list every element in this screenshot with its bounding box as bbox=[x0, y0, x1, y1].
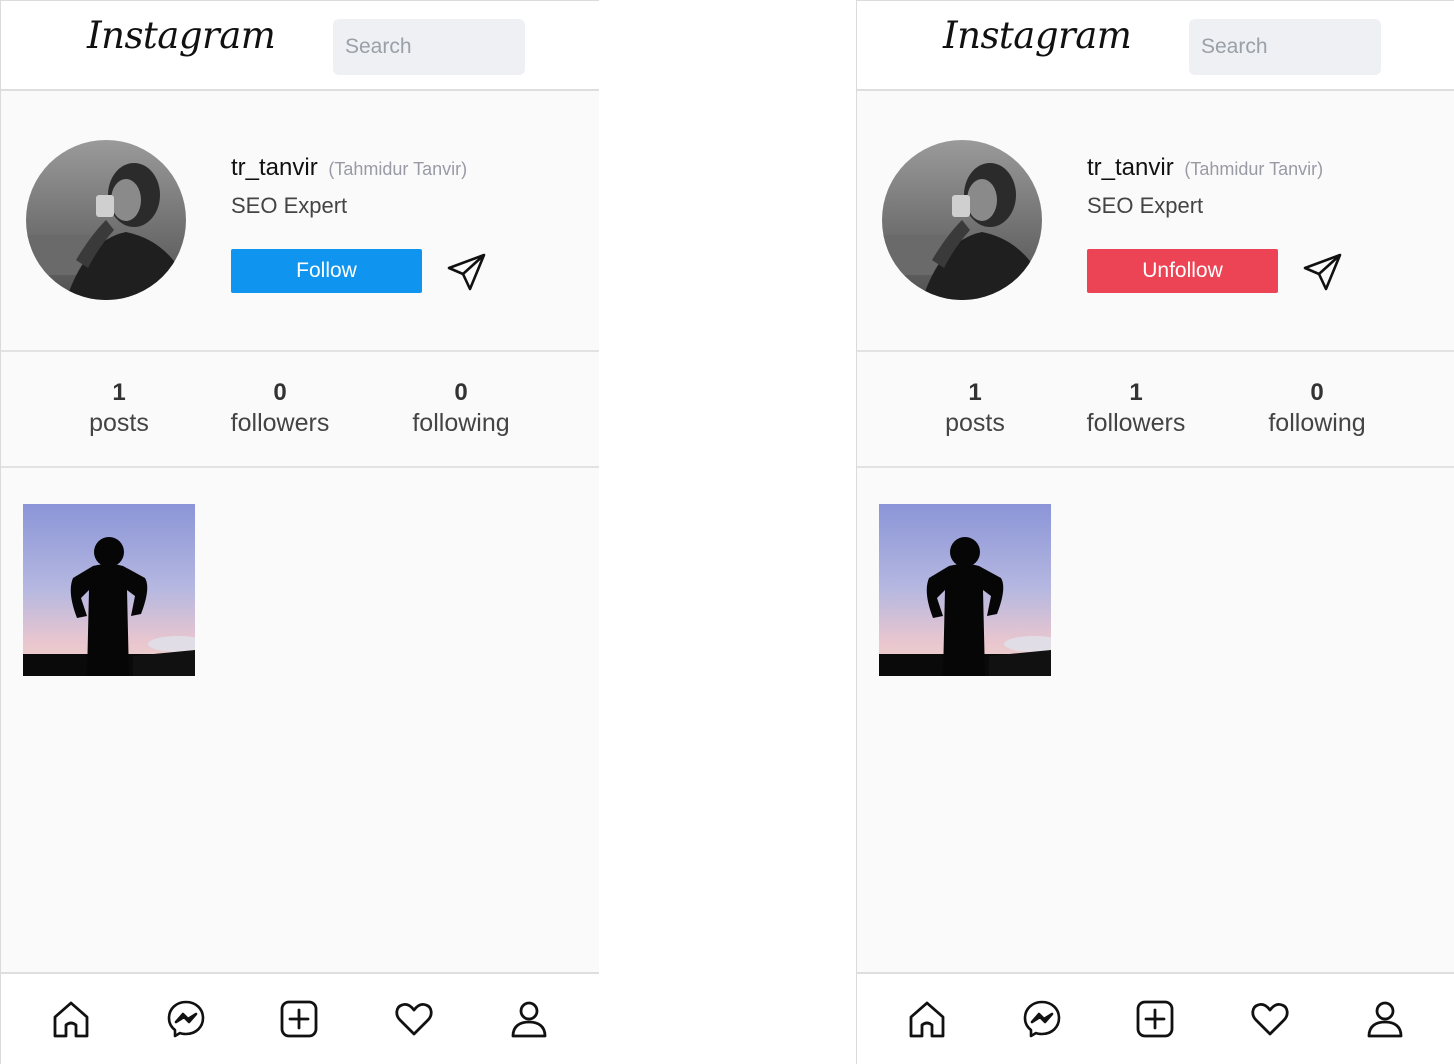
heart-icon[interactable] bbox=[394, 999, 434, 1039]
divider bbox=[857, 350, 1454, 352]
profile-avatar bbox=[882, 140, 1042, 300]
post-thumbnail[interactable] bbox=[23, 504, 195, 676]
bio: SEO Expert bbox=[1087, 193, 1204, 218]
add-post-icon[interactable] bbox=[1135, 999, 1175, 1039]
send-message-icon[interactable] bbox=[446, 251, 488, 293]
followers-count: 0 bbox=[273, 379, 287, 406]
following-label: following bbox=[412, 409, 510, 437]
stat-posts[interactable]: 1 posts bbox=[69, 380, 169, 440]
profile-icon[interactable] bbox=[1365, 999, 1405, 1039]
instagram-logo[interactable]: Instagram bbox=[87, 14, 276, 57]
posts-label: posts bbox=[89, 409, 149, 437]
messenger-icon[interactable] bbox=[166, 999, 206, 1039]
profile-screen-follow: Instagram tr_tanvir (Tahmidur Tanvir) SE… bbox=[0, 0, 599, 1064]
stat-followers[interactable]: 1 followers bbox=[1071, 380, 1201, 440]
posts-count: 1 bbox=[112, 379, 126, 406]
unfollow-button[interactable]: Unfollow bbox=[1087, 249, 1278, 293]
bottom-nav bbox=[1, 972, 599, 1064]
stat-followers[interactable]: 0 followers bbox=[215, 380, 345, 440]
divider bbox=[1, 466, 599, 468]
following-label: following bbox=[1268, 409, 1366, 437]
heart-icon[interactable] bbox=[1250, 999, 1290, 1039]
full-name: (Tahmidur Tanvir) bbox=[1184, 159, 1324, 179]
home-icon[interactable] bbox=[51, 999, 91, 1039]
stat-posts[interactable]: 1 posts bbox=[925, 380, 1025, 440]
divider bbox=[1, 350, 599, 352]
profile-avatar bbox=[26, 140, 186, 300]
username-text: tr_tanvir bbox=[231, 154, 318, 181]
bottom-nav bbox=[857, 972, 1454, 1064]
profile-screen-unfollow: Instagram tr_tanvir (Tahmidur Tanvir) SE… bbox=[856, 0, 1454, 1064]
username-text: tr_tanvir bbox=[1087, 154, 1174, 181]
top-bar: Instagram bbox=[857, 0, 1454, 91]
search-input[interactable] bbox=[333, 19, 525, 75]
profile-icon[interactable] bbox=[509, 999, 549, 1039]
follow-button[interactable]: Follow bbox=[231, 249, 422, 293]
stat-following[interactable]: 0 following bbox=[396, 380, 526, 440]
instagram-logo[interactable]: Instagram bbox=[943, 14, 1132, 57]
divider bbox=[857, 466, 1454, 468]
send-message-icon[interactable] bbox=[1302, 251, 1344, 293]
following-count: 0 bbox=[1310, 379, 1324, 406]
followers-label: followers bbox=[230, 409, 330, 437]
username: tr_tanvir (Tahmidur Tanvir) bbox=[1087, 154, 1323, 182]
following-count: 0 bbox=[454, 379, 468, 406]
username: tr_tanvir (Tahmidur Tanvir) bbox=[231, 154, 467, 182]
add-post-icon[interactable] bbox=[279, 999, 319, 1039]
post-thumbnail[interactable] bbox=[879, 504, 1051, 676]
top-bar: Instagram bbox=[1, 0, 599, 91]
search-input[interactable] bbox=[1189, 19, 1381, 75]
posts-label: posts bbox=[945, 409, 1005, 437]
messenger-icon[interactable] bbox=[1022, 999, 1062, 1039]
followers-label: followers bbox=[1086, 409, 1186, 437]
full-name: (Tahmidur Tanvir) bbox=[328, 159, 468, 179]
bio: SEO Expert bbox=[231, 193, 348, 218]
followers-count: 1 bbox=[1129, 379, 1143, 406]
posts-count: 1 bbox=[968, 379, 982, 406]
home-icon[interactable] bbox=[907, 999, 947, 1039]
stat-following[interactable]: 0 following bbox=[1252, 380, 1382, 440]
